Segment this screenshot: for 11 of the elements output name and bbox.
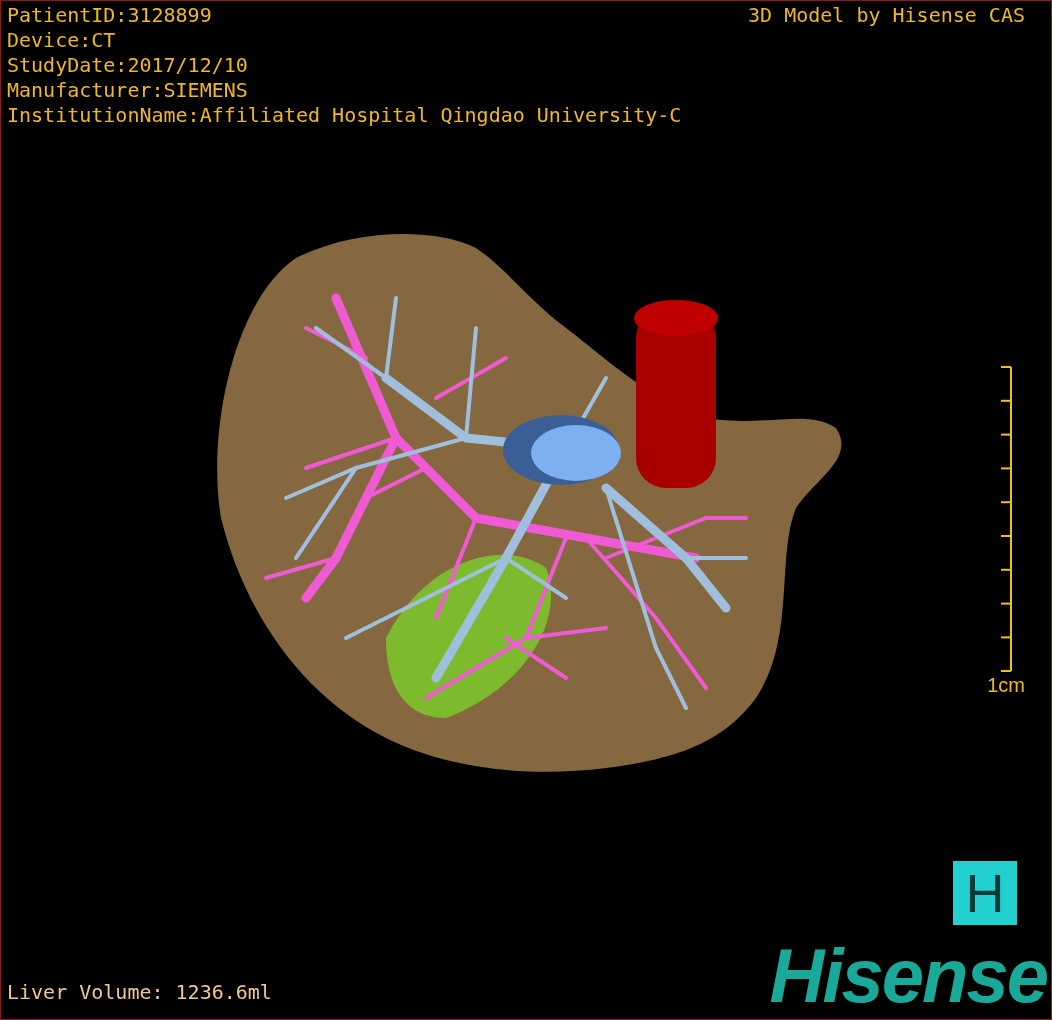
study-info-text: Device:CT bbox=[7, 28, 117, 53]
study-info-text: Manufacturer:SIEMENS bbox=[7, 78, 249, 103]
brand-wordmark: Hisense bbox=[769, 945, 1048, 1007]
scale-bar-icon bbox=[999, 366, 1013, 672]
model-credit-text: 3D Model by Hisense CAS bbox=[748, 3, 1026, 29]
study-info-text: InstitutionName:Affiliated Hospital Qingdao University-C bbox=[7, 103, 682, 128]
liver-volume-text: Liver Volume: 1236.6ml bbox=[7, 979, 272, 1006]
study-info-text: PatientID:3128899 bbox=[7, 3, 213, 28]
logo-mark: H bbox=[953, 861, 1017, 925]
study-info-text: StudyDate:2017/12/10 bbox=[7, 53, 249, 78]
scale-label: 1cm bbox=[987, 673, 1025, 698]
